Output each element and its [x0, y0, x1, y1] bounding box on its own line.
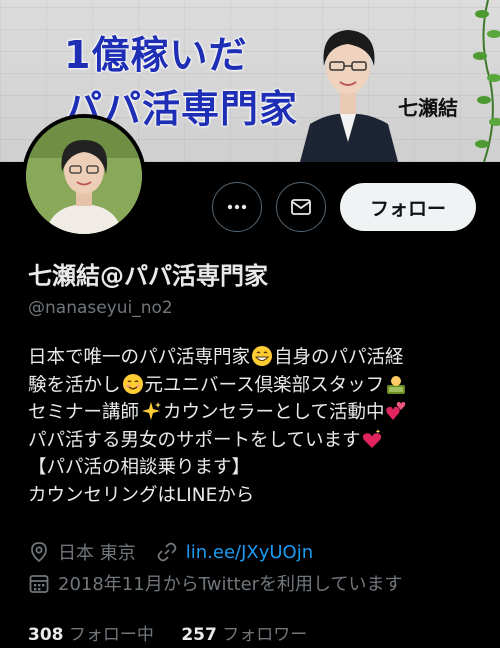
smile-emoji-icon	[122, 373, 143, 394]
following-label: フォロー中	[68, 625, 154, 645]
follow-button[interactable]: フォロー	[340, 183, 476, 231]
location-icon	[31, 542, 47, 563]
sparkling-heart-emoji-icon	[363, 428, 382, 448]
followers-link[interactable]: 257 フォロワー	[181, 625, 307, 645]
bio-line: カウンセリングはLINEから	[28, 484, 255, 506]
bio-text: 験を活かし	[28, 374, 121, 396]
more-button[interactable]	[212, 182, 262, 232]
followers-count: 257	[181, 625, 217, 645]
grin-emoji-icon	[252, 346, 273, 366]
two-hearts-emoji-icon	[386, 401, 406, 420]
bio-line: 験を活かし 元ユニバース倶楽部スタッフ	[28, 372, 488, 400]
banner-vine-decoration	[473, 0, 500, 162]
avatar[interactable]	[22, 114, 146, 238]
bio-line: セミナー講師 カウンセラーとして活動中	[28, 399, 488, 427]
bio-text: セミナー講師	[28, 402, 140, 423]
sparkles-emoji-icon	[142, 402, 162, 420]
bio-text: パパ活する男女のサポートをしています	[28, 429, 361, 451]
followers-label: フォロワー	[222, 625, 308, 645]
follow-stats: 308 フォロー中 257 フォロワー	[28, 620, 307, 645]
bio-line: パパ活する男女のサポートをしています	[28, 427, 488, 455]
following-link[interactable]: 308 フォロー中	[28, 625, 154, 645]
display-name: 七瀬結@パパ活専門家	[28, 262, 268, 290]
following-count: 308	[28, 625, 64, 645]
calendar-icon	[29, 575, 49, 593]
joined-text: 2018年11月からTwitterを利用しています	[58, 574, 403, 595]
profile-meta-location-row: 日本 東京 lin.ee/JXyUOjn	[28, 539, 313, 565]
mail-icon	[291, 199, 311, 215]
office-worker-emoji-icon	[387, 375, 406, 394]
location-text: 日本 東京	[58, 543, 136, 564]
bio-text: 自身のパパ活経	[274, 347, 404, 368]
link-icon	[157, 542, 177, 562]
banner-name-label: 七瀬結	[398, 96, 458, 120]
bio-text: 元ユニバース倶楽部スタッフ	[144, 374, 385, 396]
profile-meta-joined-row: 2018年11月からTwitterを利用しています	[28, 570, 403, 596]
bio-line: 日本で唯一のパパ活専門家 自身のパパ活経	[28, 344, 488, 372]
bio: 日本で唯一のパパ活専門家 自身のパパ活経 験を活かし 元ユニバース倶楽部スタッフ セ…	[28, 344, 488, 509]
banner-headline-line1: 1億稼いだ	[64, 33, 248, 77]
more-icon	[227, 204, 247, 210]
bio-text: カウンセラーとして活動中	[163, 402, 385, 423]
bio-line: 【パパ活の相談乗ります】	[28, 457, 251, 478]
message-button[interactable]	[276, 182, 326, 232]
handle: @nanaseyui_no2	[28, 298, 173, 318]
banner-person-photo	[300, 30, 398, 162]
avatar-photo	[26, 118, 142, 234]
profile-link[interactable]: lin.ee/JXyUOjn	[186, 542, 313, 563]
bio-text: 日本で唯一のパパ活専門家	[28, 347, 251, 368]
